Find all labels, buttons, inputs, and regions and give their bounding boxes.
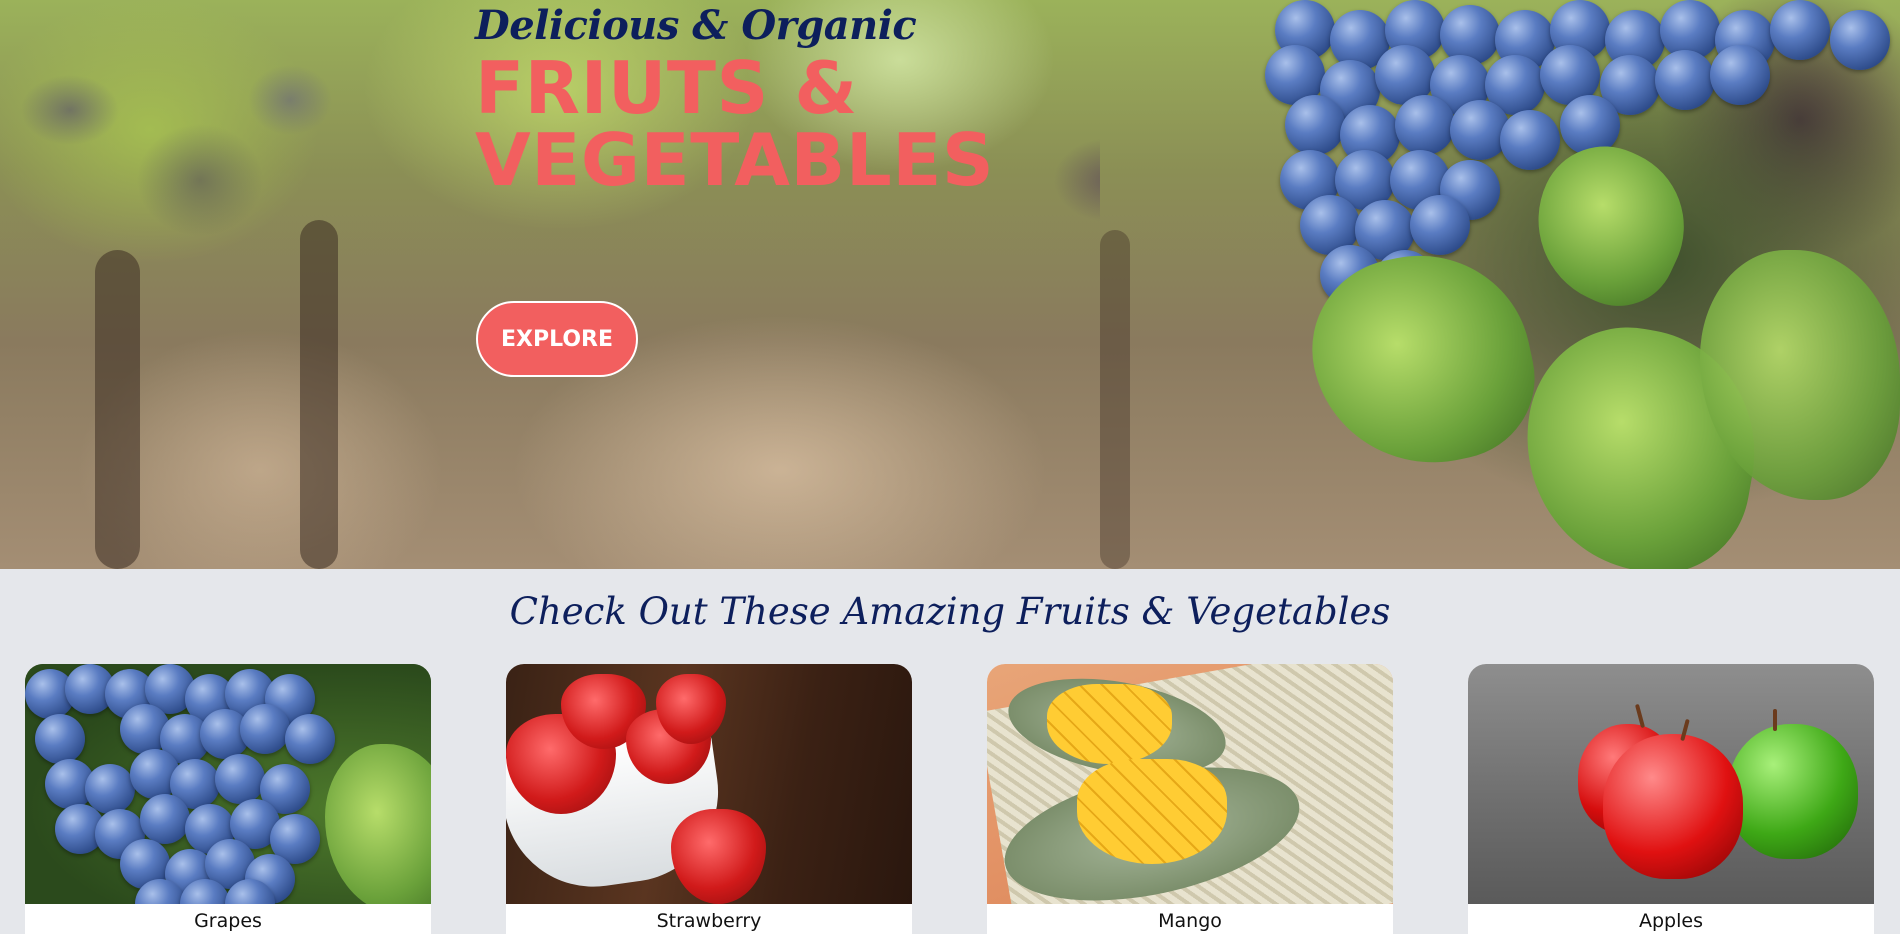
strawberry-image <box>506 664 912 904</box>
card-label: Grapes <box>194 910 262 932</box>
grape <box>285 714 335 764</box>
hero-tagline: Delicious & Organic <box>475 2 917 49</box>
card-label: Strawberry <box>656 910 762 932</box>
apples-image <box>1468 664 1874 904</box>
product-card-apples[interactable]: Apples <box>1468 664 1874 934</box>
hero-banner: Delicious & Organic FRIUTS & VEGETABLES … <box>0 0 1900 569</box>
hero-headline-line-1: FRIUTS & <box>475 46 858 130</box>
mango-slice <box>1047 684 1172 764</box>
grape <box>215 754 265 804</box>
hero-headline: FRIUTS & VEGETABLES <box>475 52 994 196</box>
grape <box>1770 0 1830 60</box>
product-card-strawberry[interactable]: Strawberry <box>506 664 912 934</box>
grape <box>240 704 290 754</box>
grape <box>1710 45 1770 105</box>
grape-leaf <box>325 744 431 904</box>
vine-trunk <box>300 220 338 569</box>
product-card-mango[interactable]: Mango <box>987 664 1393 934</box>
grape <box>1655 50 1715 110</box>
grape <box>1500 110 1560 170</box>
card-label: Apples <box>1639 910 1703 932</box>
section-title: Check Out These Amazing Fruits & Vegetab… <box>509 590 1391 633</box>
green-apple <box>1728 724 1858 859</box>
grape <box>140 794 190 844</box>
strawberry <box>671 809 766 904</box>
grapes-image <box>25 664 431 904</box>
vine-trunk <box>95 250 140 569</box>
grape <box>1410 195 1470 255</box>
mango-image <box>987 664 1393 904</box>
apple-stem <box>1773 709 1777 731</box>
grape <box>1395 95 1455 155</box>
hero-headline-line-2: VEGETABLES <box>475 118 995 202</box>
grape <box>35 714 85 764</box>
product-card-grapes[interactable]: Grapes <box>25 664 431 934</box>
mango-slice <box>1077 759 1227 864</box>
card-label: Mango <box>1158 910 1222 932</box>
grape <box>1830 10 1890 70</box>
grape <box>1285 95 1345 155</box>
explore-button[interactable]: EXPLORE <box>476 301 638 377</box>
red-apple <box>1603 734 1743 879</box>
vine-trunk <box>1100 230 1130 569</box>
